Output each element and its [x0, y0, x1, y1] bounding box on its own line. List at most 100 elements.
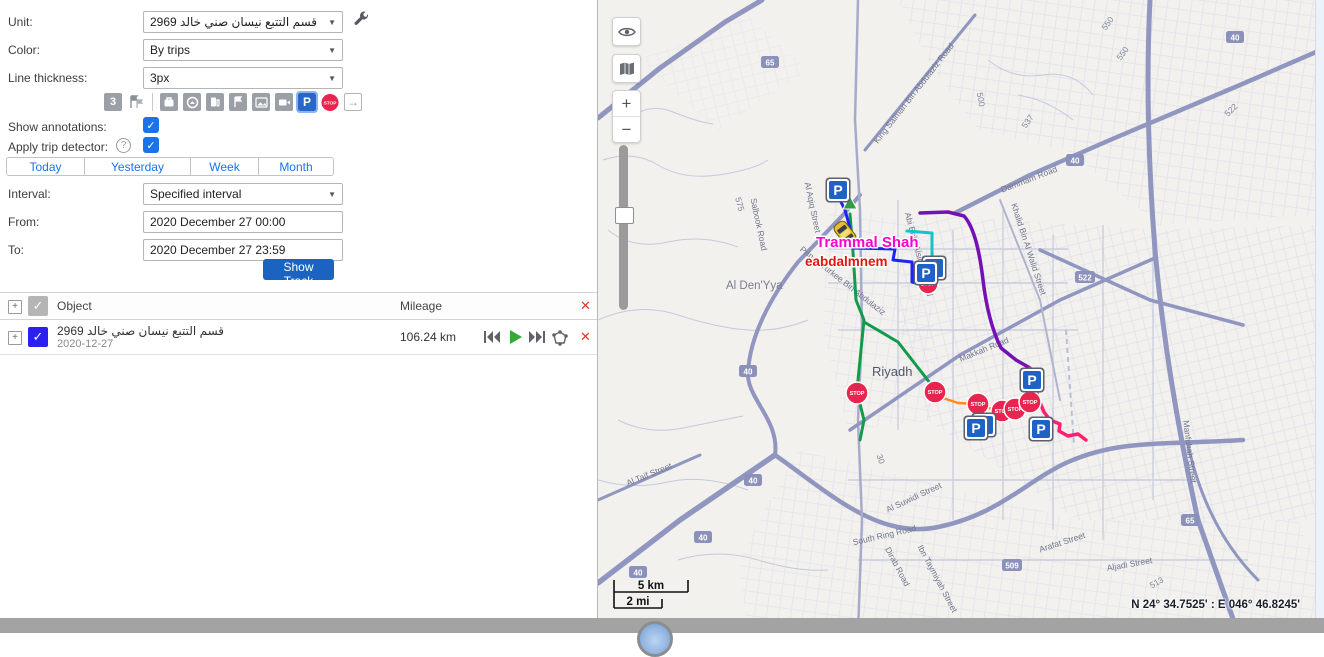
map-canvas[interactable]: King Salman Bin Abdulaziz Road Dammam Ro… [598, 0, 1316, 633]
city-label-aldenyya: Al Den'Yya [726, 280, 783, 292]
yesterday-button[interactable]: Yesterday [85, 158, 191, 175]
today-button[interactable]: Today [7, 158, 85, 175]
bottom-bar [0, 618, 1324, 633]
table-row: + ✓ قسم التتبع نيسان صني خالد 2969 2020-… [0, 320, 597, 355]
chevron-down-icon: ▼ [328, 18, 336, 27]
unit-name: قسم التتبع نيسان صني خالد 2969 [57, 324, 224, 338]
delete-track-button[interactable]: ✕ [580, 329, 591, 345]
svg-text:P: P [833, 182, 842, 198]
svg-text:P: P [1027, 372, 1036, 388]
zoom-slider-handle[interactable] [615, 207, 634, 224]
stop-marker[interactable]: STOP [1019, 391, 1041, 413]
scale-mi-label: 2 mi [626, 596, 649, 608]
from-label: From: [8, 215, 39, 229]
svg-text:STOP: STOP [324, 100, 337, 106]
zoom-slider[interactable] [619, 145, 628, 310]
flag-icon[interactable] [229, 93, 247, 111]
line-thickness-select[interactable]: 3px ▼ [143, 67, 343, 89]
delete-all-button[interactable]: ✕ [580, 298, 591, 314]
stop-marker[interactable]: STOP [924, 381, 946, 403]
map-source-button[interactable] [612, 54, 641, 83]
unit-label: Unit: [8, 15, 33, 29]
luggage-icon[interactable] [160, 93, 178, 111]
flags-icon[interactable] [127, 93, 145, 111]
svg-text:40: 40 [699, 534, 708, 543]
skip-to-start-button[interactable] [483, 330, 501, 344]
parking-marker[interactable]: P [964, 416, 989, 441]
svg-text:STOP: STOP [971, 402, 986, 408]
row-checkbox[interactable]: ✓ [28, 327, 48, 347]
week-button[interactable]: Week [191, 158, 259, 175]
month-button[interactable]: Month [259, 158, 333, 175]
svg-text:STOP: STOP [850, 391, 865, 397]
track-date: 2020-12-27 [57, 338, 113, 350]
object-column-header: Object [57, 299, 92, 313]
stop-icon[interactable]: STOP [321, 93, 339, 111]
toolbar-divider [152, 93, 153, 111]
scale-km-label: 5 km [638, 580, 664, 592]
svg-text:522: 522 [1078, 274, 1092, 283]
svg-text:509: 509 [1005, 562, 1019, 571]
cursor-coordinates: N 24° 34.7525' : E 046° 46.8245' [1131, 599, 1300, 611]
parking-marker[interactable]: P [1029, 417, 1054, 442]
map-icon [619, 62, 635, 76]
show-annotations-checkbox[interactable]: ✓ [143, 117, 159, 133]
color-select[interactable]: By trips ▼ [143, 39, 343, 61]
eye-icon [618, 26, 636, 38]
help-icon[interactable]: ? [116, 138, 131, 153]
svg-text:P: P [971, 420, 980, 436]
mileage-value: 106.24 km [400, 330, 456, 344]
wrench-icon[interactable] [352, 11, 370, 29]
from-input[interactable] [143, 211, 343, 233]
color-select-value: By trips [150, 43, 190, 57]
scrollbar-strip[interactable] [1315, 0, 1324, 633]
show-track-button[interactable]: Show Track [263, 259, 334, 280]
logo-circle [637, 621, 673, 657]
interval-label: Interval: [8, 187, 51, 201]
interval-select[interactable]: Specified interval ▼ [143, 183, 343, 205]
svg-text:P: P [921, 265, 930, 281]
tracks-table-header: + ✓ Object Mileage ✕ [0, 292, 597, 320]
trip-detector-checkbox[interactable]: ✓ [143, 137, 159, 153]
chevron-down-icon: ▼ [328, 46, 336, 55]
arrow-icon[interactable]: → [344, 93, 362, 111]
map-svg: King Salman Bin Abdulaziz Road Dammam Ro… [598, 0, 1316, 633]
svg-text:40: 40 [1071, 157, 1080, 166]
parking-icon[interactable]: P [298, 93, 316, 111]
parking-marker[interactable]: P [826, 178, 851, 203]
parking-marker[interactable]: P [914, 261, 939, 286]
svg-text:40: 40 [744, 368, 753, 377]
stop-marker[interactable]: STOP [967, 393, 989, 415]
track-layers-toolbar: 3 P STOP → [104, 92, 367, 112]
photo-icon[interactable] [252, 93, 270, 111]
expand-all-toggle[interactable]: + [8, 300, 22, 314]
visibility-button[interactable] [612, 17, 641, 46]
tracks-table: + ✓ Object Mileage ✕ + ✓ قسم التتبع نيسا… [0, 292, 597, 355]
quick-range-group: Today Yesterday Week Month [6, 157, 334, 176]
show-annotations-label: Show annotations: [8, 120, 107, 134]
skip-to-end-button[interactable] [528, 330, 546, 344]
track-bounds-icon[interactable] [550, 330, 569, 347]
events-counter-icon[interactable]: 3 [104, 93, 122, 111]
mileage-column-header: Mileage [400, 299, 442, 313]
expand-row-toggle[interactable]: + [8, 331, 22, 345]
unit-select[interactable]: قسم التتبع نيسان صني خالد 2969 ▼ [143, 11, 343, 33]
svg-text:STOP: STOP [1023, 400, 1038, 406]
track-control-panel: Unit: قسم التتبع نيسان صني خالد 2969 ▼ C… [0, 0, 598, 618]
svg-text:40: 40 [1231, 34, 1240, 43]
stop-marker[interactable]: STOP [846, 382, 868, 404]
select-all-checkbox[interactable]: ✓ [28, 296, 48, 316]
svg-text:40: 40 [634, 569, 643, 578]
unit-map-label-primary: Trammal Shah [816, 234, 919, 251]
fuel-icon[interactable] [206, 93, 224, 111]
eco-driving-icon[interactable] [183, 93, 201, 111]
zoom-out-button[interactable]: − [613, 117, 640, 142]
zoom-in-button[interactable]: + [613, 91, 640, 117]
line-thickness-label: Line thickness: [8, 71, 87, 85]
parking-marker[interactable]: P [1020, 368, 1045, 393]
svg-text:40: 40 [749, 477, 758, 486]
video-icon[interactable] [275, 93, 293, 111]
play-track-button[interactable] [507, 330, 525, 344]
to-input[interactable] [143, 239, 343, 261]
chevron-down-icon: ▼ [328, 190, 336, 199]
